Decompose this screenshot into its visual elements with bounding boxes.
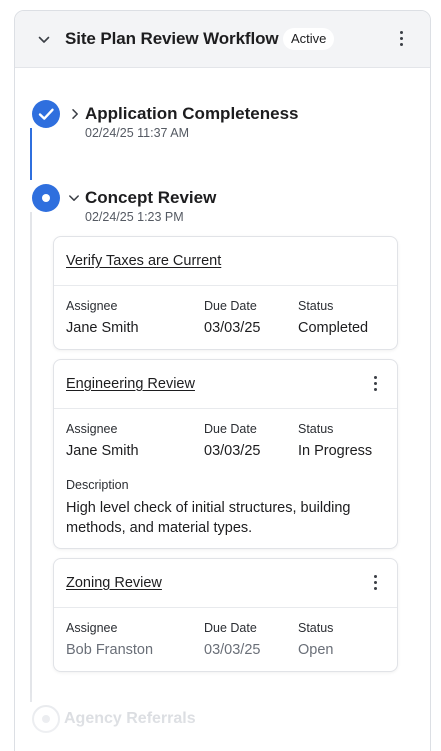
task-name-link[interactable]: Zoning Review — [66, 575, 162, 591]
due-date-label: Due Date — [204, 621, 257, 635]
step-date: 02/24/25 11:37 AM — [85, 126, 190, 140]
task-card: Engineering Review Assignee Due Date Sta… — [53, 359, 398, 549]
description-value: High level check of initial structures, … — [66, 500, 351, 536]
task-card-header: Zoning Review — [54, 559, 397, 608]
task-name-link[interactable]: Engineering Review — [66, 376, 195, 392]
chevron-right-icon[interactable] — [69, 108, 81, 120]
assignee-value: Jane Smith — [66, 320, 139, 336]
description-label: Description — [66, 478, 129, 492]
step-title[interactable]: Application Completeness — [85, 104, 298, 124]
assignee-label: Assignee — [66, 621, 118, 635]
workflow-header: Site Plan Review Workflow Active — [15, 11, 430, 68]
more-vertical-icon[interactable] — [397, 30, 407, 48]
step-title[interactable]: Agency Referrals — [64, 710, 196, 728]
due-date-label: Due Date — [204, 422, 257, 436]
task-name-link[interactable]: Verify Taxes are Current — [66, 253, 221, 269]
step-upcoming-icon — [32, 705, 60, 733]
assignee-label: Assignee — [66, 422, 118, 436]
assignee-value: Bob Franston — [66, 642, 154, 658]
workflow-title: Site Plan Review Workflow — [65, 29, 279, 48]
due-date-value: 03/03/25 — [204, 320, 261, 336]
status-label: Status — [298, 299, 334, 313]
timeline-connector — [30, 128, 32, 180]
assignee-label: Assignee — [66, 299, 118, 313]
check-icon — [38, 108, 54, 120]
step-title[interactable]: Concept Review — [85, 188, 216, 208]
status-label: Status — [298, 422, 334, 436]
status-label: Status — [298, 621, 334, 635]
step-date: 02/24/25 1:23 PM — [85, 210, 184, 224]
task-card: Verify Taxes are Current Assignee Due Da… — [53, 236, 398, 350]
more-vertical-icon[interactable] — [371, 375, 381, 393]
due-date-value: 03/03/25 — [204, 443, 261, 459]
task-card: Zoning Review Assignee Due Date Status B… — [53, 558, 398, 672]
step-current-icon — [32, 184, 60, 212]
status-value: Completed — [298, 320, 369, 336]
timeline-connector — [30, 212, 32, 702]
task-card-header: Verify Taxes are Current — [54, 237, 397, 286]
assignee-value: Jane Smith — [66, 443, 139, 459]
status-value: Open — [298, 642, 334, 658]
due-date-value: 03/03/25 — [204, 642, 261, 658]
step-complete-icon — [32, 100, 60, 128]
chevron-down-icon[interactable] — [37, 33, 51, 47]
task-card-header: Engineering Review — [54, 360, 397, 409]
more-vertical-icon[interactable] — [371, 574, 381, 592]
due-date-label: Due Date — [204, 299, 257, 313]
chevron-down-icon[interactable] — [68, 192, 80, 204]
status-badge: Active — [283, 28, 335, 50]
status-value: In Progress — [298, 443, 373, 459]
